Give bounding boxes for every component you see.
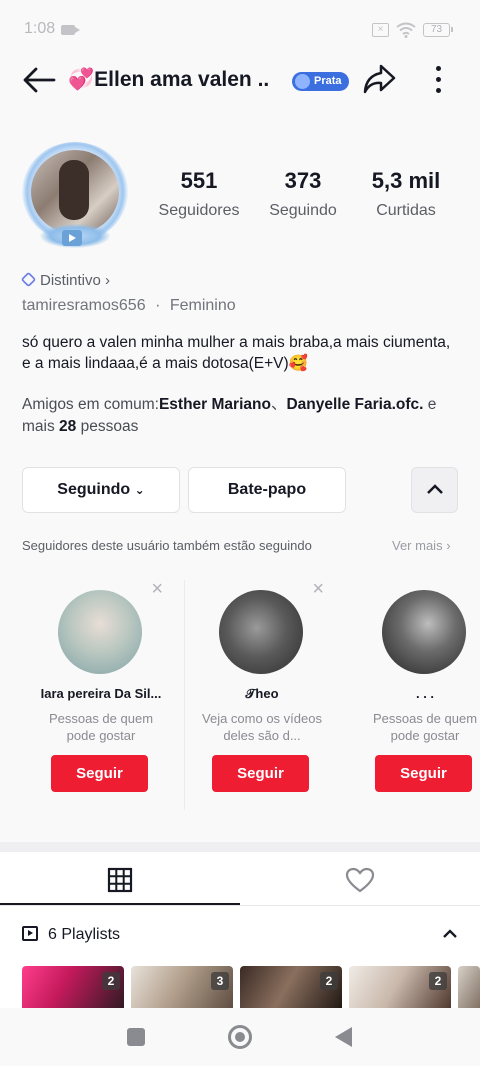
collapse-suggestions-button[interactable]: [411, 467, 458, 513]
content-tabs: [0, 852, 480, 906]
following-label[interactable]: Seguindo: [253, 202, 353, 220]
suggestion-avatar[interactable]: [58, 590, 142, 674]
heart-icon[interactable]: [345, 867, 375, 893]
followers-count[interactable]: 551: [149, 168, 249, 194]
chat-button[interactable]: Bate-papo: [188, 467, 346, 513]
badge-icon: [295, 74, 310, 89]
mutual-friends[interactable]: Amigos em comum:Esther Mariano、Danyelle …: [22, 394, 462, 438]
suggestion-name[interactable]: 𝒯heo: [182, 686, 342, 702]
distintivo-link[interactable]: Distintivo ›: [20, 271, 110, 289]
follow-button[interactable]: Seguir: [212, 755, 309, 792]
avatar[interactable]: [31, 150, 119, 234]
following-count[interactable]: 373: [253, 168, 353, 194]
play-icon[interactable]: [62, 230, 82, 246]
suggestion-card: . . . Pessoas de quem pode gostar Seguir: [345, 572, 480, 814]
no-sim-icon: ×: [372, 23, 389, 37]
suggestion-avatar[interactable]: [382, 590, 466, 674]
suggestion-avatar[interactable]: [219, 590, 303, 674]
distintivo-icon: [20, 271, 37, 288]
home-icon[interactable]: [228, 1025, 252, 1049]
suggestion-card: × 𝒯heo Veja como os vídeos deles são d..…: [182, 572, 342, 814]
likes-count[interactable]: 5,3 mil: [356, 168, 456, 194]
share-icon[interactable]: [362, 63, 396, 95]
playlist-thumbnail[interactable]: 2: [22, 966, 124, 1014]
back-arrow-icon[interactable]: [22, 66, 56, 94]
playlist-thumbnail[interactable]: 3: [131, 966, 233, 1014]
suggestion-desc: Pessoas de quem pode gostar: [372, 711, 478, 743]
suggestion-card: × Iara pereira Da Sil... Pessoas de quem…: [21, 572, 181, 814]
suggestion-desc: Veja como os vídeos deles são d...: [202, 711, 322, 743]
username-line: tamiresramos656 · Feminino: [22, 297, 236, 315]
playlist-thumbnail[interactable]: 2: [240, 966, 342, 1014]
followers-label[interactable]: Seguidores: [149, 202, 249, 220]
grid-icon[interactable]: [107, 867, 133, 893]
chevron-up-icon: [427, 484, 443, 494]
see-more-link[interactable]: Ver mais ›: [392, 538, 451, 553]
section-separator: [0, 842, 480, 852]
dismiss-icon[interactable]: ×: [151, 578, 163, 601]
follow-button[interactable]: Seguir: [51, 755, 148, 792]
back-icon[interactable]: [335, 1027, 352, 1047]
following-button[interactable]: Seguindo ⌄: [22, 467, 180, 513]
video-camera-icon: [61, 25, 80, 35]
chevron-up-icon[interactable]: [442, 928, 458, 940]
bio: só quero a valen minha mulher a mais bra…: [22, 334, 451, 372]
playlist-thumbnail[interactable]: [458, 966, 480, 1014]
username: tamiresramos656: [22, 297, 146, 314]
suggestion-name[interactable]: Iara pereira Da Sil...: [21, 686, 181, 701]
playlist-icon: [22, 926, 38, 941]
separator: ·: [155, 297, 161, 314]
gender: Feminino: [169, 297, 236, 314]
more-options-icon[interactable]: [436, 66, 442, 99]
follow-button[interactable]: Seguir: [375, 755, 472, 792]
playlist-thumbnail[interactable]: 2: [349, 966, 451, 1014]
likes-label[interactable]: Curtidas: [356, 202, 456, 220]
wifi-icon: [396, 22, 416, 38]
suggestion-desc: Pessoas de quem pode gostar: [48, 711, 154, 743]
chevron-down-icon: ⌄: [134, 483, 145, 497]
suggestion-name[interactable]: . . .: [345, 686, 480, 701]
suggestions-title: Seguidores deste usuário também estão se…: [22, 538, 312, 553]
rank-badge[interactable]: Prata: [292, 72, 349, 91]
dismiss-icon[interactable]: ×: [312, 578, 324, 601]
profile-title: 💞Ellen ama valen ..: [68, 68, 270, 91]
playlists-header[interactable]: 6 Playlists: [22, 926, 120, 944]
battery-indicator: 73: [423, 23, 453, 37]
status-time: 1:08: [24, 20, 56, 37]
recent-apps-icon[interactable]: [127, 1028, 145, 1046]
